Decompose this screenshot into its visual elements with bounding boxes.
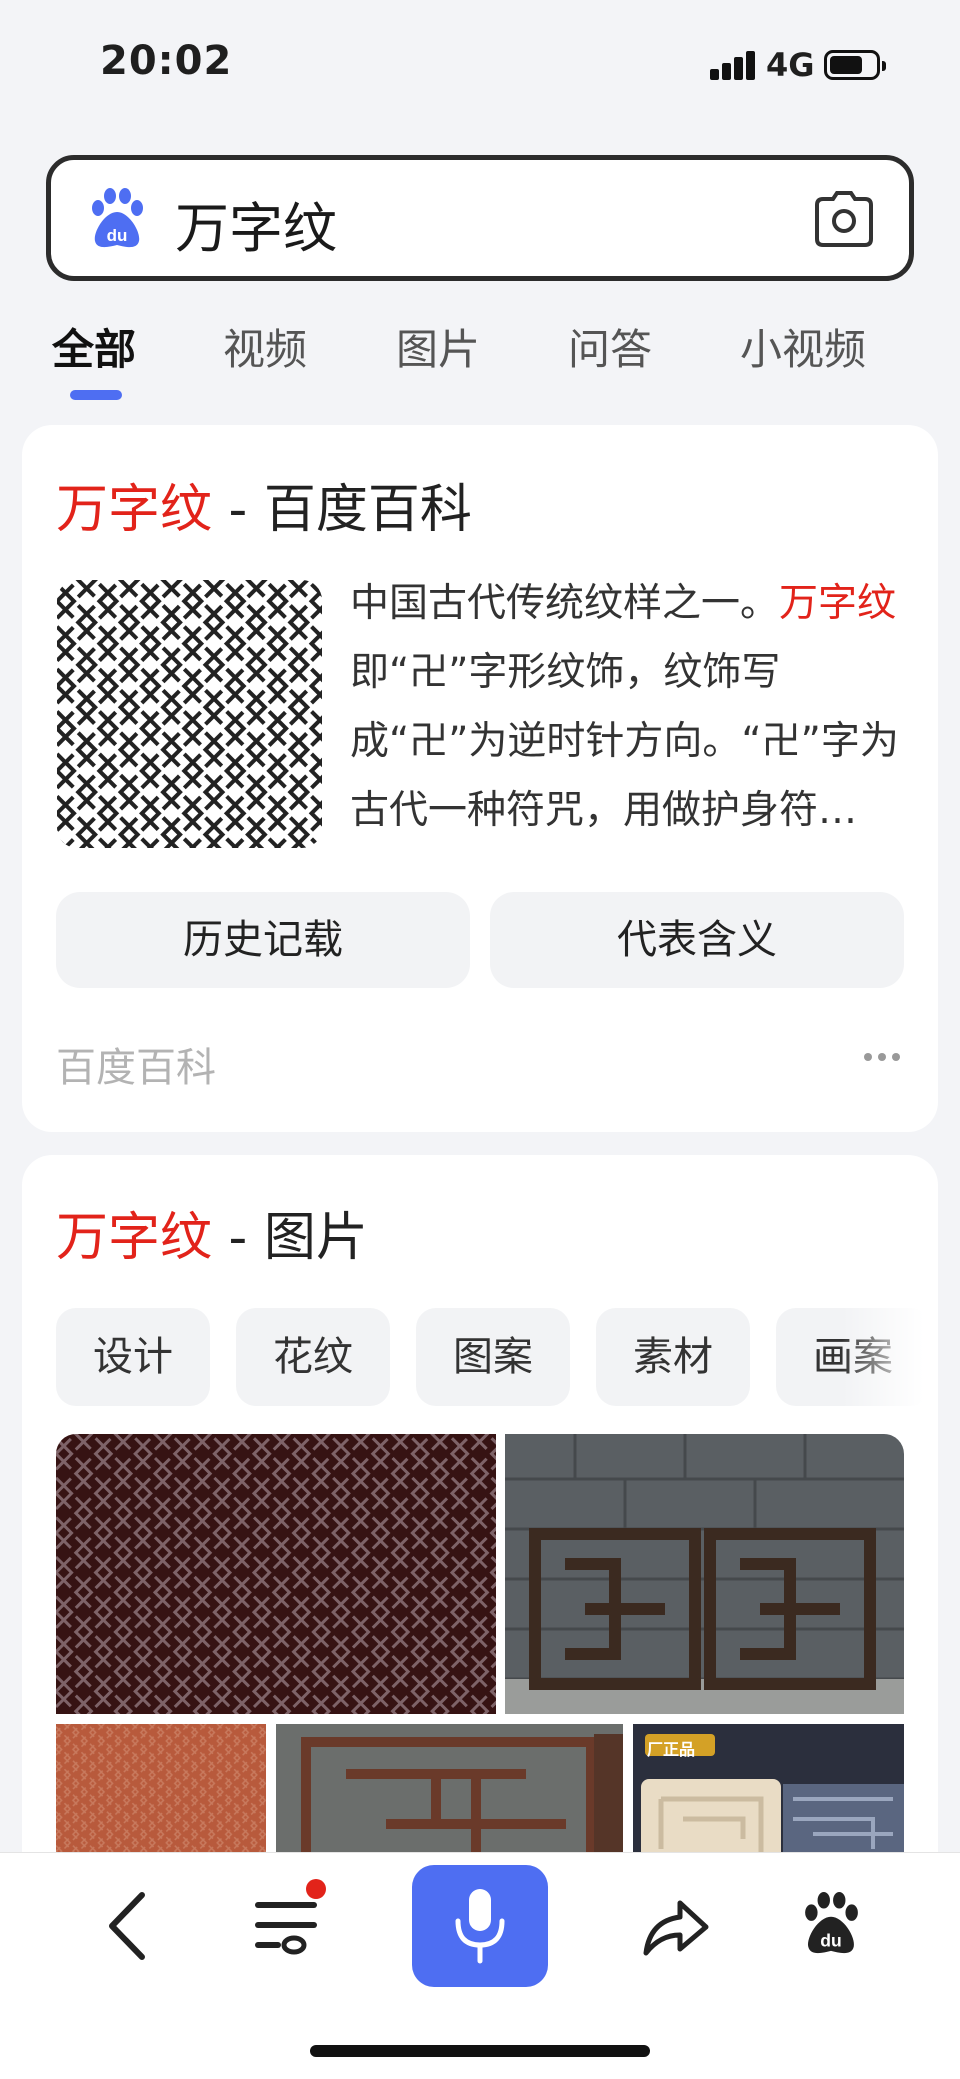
baike-thumbnail[interactable] <box>57 580 322 848</box>
battery-icon <box>824 50 886 80</box>
product-badge-text: 厂正品 <box>647 1740 696 1759</box>
chip-motif[interactable]: 图案 <box>416 1308 570 1406</box>
chip-scroll-fade <box>842 1305 938 1415</box>
image-result-mold-product[interactable]: 厂正品 <box>633 1724 904 1864</box>
title-highlight: 万字纹 <box>56 480 213 540</box>
title-rest: - 图片 <box>212 1208 368 1268</box>
search-tabs: 全部 视频 图片 问答 小视频 <box>0 310 960 410</box>
more-options-icon[interactable] <box>864 1053 900 1063</box>
home-indicator[interactable] <box>310 2045 650 2057</box>
meaning-button[interactable]: 代表含义 <box>490 892 904 988</box>
tab-all[interactable]: 全部 <box>52 316 136 377</box>
baike-summary: 中国古代传统纹样之一。万字纹即“卍”字形纹饰，纹饰写成“卍”为逆时针方向。“卍”… <box>350 569 920 845</box>
summary-highlight: 万字纹 <box>779 581 897 626</box>
baike-result-card[interactable]: 万字纹 - 百度百科 中国古代传统纹样之一。万字纹即“卍”字形纹饰，纹饰写成“卍… <box>22 425 938 1132</box>
title-rest: - 百度百科 <box>212 480 472 540</box>
tab-video[interactable]: 视频 <box>223 316 307 377</box>
search-input[interactable]: du 万字纹 <box>46 155 914 281</box>
summary-text-before: 中国古代传统纹样之一。 <box>350 581 780 626</box>
status-time: 20:02 <box>100 38 233 84</box>
tab-short-video[interactable]: 小视频 <box>740 316 866 377</box>
cellular-signal-icon <box>710 50 760 80</box>
network-type: 4G <box>766 46 815 84</box>
chip-material[interactable]: 素材 <box>596 1308 750 1406</box>
microphone-icon <box>455 1889 505 1964</box>
menu-list-icon[interactable] <box>254 1897 318 1957</box>
image-result-lattice[interactable] <box>276 1724 623 1864</box>
chip-pattern[interactable]: 花纹 <box>236 1308 390 1406</box>
image-result-wood-window[interactable] <box>505 1434 904 1714</box>
search-query-text: 万字纹 <box>175 197 337 260</box>
baike-card-title[interactable]: 万字纹 - 百度百科 <box>56 467 472 542</box>
image-result-fabric[interactable] <box>56 1434 496 1714</box>
baidu-paw-logo-icon: du <box>92 188 143 248</box>
notification-dot <box>306 1879 326 1899</box>
voice-search-button[interactable] <box>412 1865 548 1987</box>
tab-qa[interactable]: 问答 <box>568 316 652 377</box>
back-arrow-icon[interactable] <box>104 1891 150 1961</box>
svg-text:du: du <box>820 1931 841 1951</box>
chip-design[interactable]: 设计 <box>56 1308 210 1406</box>
active-tab-indicator <box>70 390 122 400</box>
summary-text-after: 即“卍”字形纹饰，纹饰写成“卍”为逆时针方向。“卍”字为古代一种符咒，用做护身符… <box>350 650 899 833</box>
image-result-orange-fabric[interactable] <box>56 1724 266 1864</box>
image-card-title[interactable]: 万字纹 - 图片 <box>56 1195 368 1270</box>
status-bar: 20:02 4G <box>0 0 960 120</box>
baidu-paw-icon[interactable]: du <box>800 1891 862 1957</box>
tab-images[interactable]: 图片 <box>396 316 480 377</box>
source-label: 百度百科 <box>56 1045 216 1091</box>
svg-text:du: du <box>107 226 128 245</box>
title-highlight: 万字纹 <box>56 1208 213 1268</box>
history-record-button[interactable]: 历史记载 <box>56 892 470 988</box>
camera-icon[interactable] <box>813 190 875 248</box>
bottom-navigation: du <box>0 1852 960 2079</box>
share-icon[interactable] <box>640 1897 710 1957</box>
